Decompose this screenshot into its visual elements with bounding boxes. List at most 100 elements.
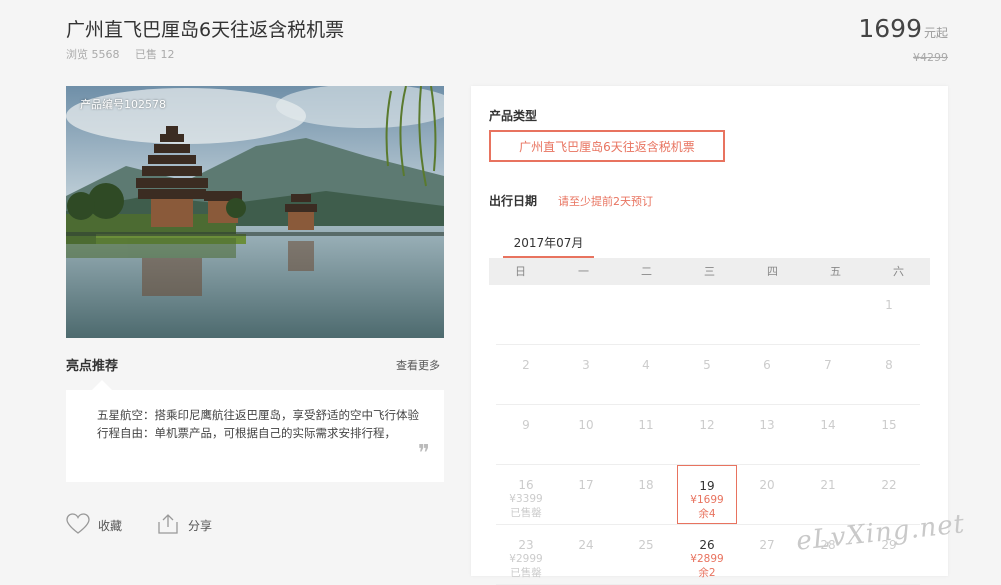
weekday-label: 一 xyxy=(578,265,589,278)
calendar-day: 17 xyxy=(556,465,616,524)
calendar-day: 2 xyxy=(496,345,556,404)
highlight-line: 五星航空：搭乘印尼鹰航往返巴厘岛，享受舒适的空中飞行体验 xyxy=(97,408,419,422)
day-number: 27 xyxy=(759,538,775,552)
day-number: 23 xyxy=(518,538,534,552)
product-stats: 浏览 5568 已售 12 xyxy=(66,46,187,62)
highlights-title: 亮点推荐 xyxy=(66,359,119,374)
calendar-week: 2 3 4 5 6 7 8 xyxy=(496,345,920,405)
day-number: 21 xyxy=(820,478,836,492)
day-stock: 余2 xyxy=(698,567,716,579)
calendar-day: 18 xyxy=(616,465,676,524)
day-number: 8 xyxy=(885,358,893,372)
day-number: 18 xyxy=(638,478,654,492)
calendar-day: 6 xyxy=(737,345,797,404)
day-number: 20 xyxy=(759,478,775,492)
view-count: 浏览 5568 xyxy=(66,48,120,61)
day-number: 25 xyxy=(638,538,654,552)
day-number: 9 xyxy=(522,418,530,432)
weekday-label: 二 xyxy=(641,265,652,278)
product-number: 产品编号102578 xyxy=(80,98,166,111)
day-number: 19 xyxy=(699,479,715,493)
day-number: 17 xyxy=(578,478,594,492)
day-number: 14 xyxy=(820,418,836,432)
calendar-day: 15 xyxy=(859,405,919,464)
day-stock: 已售罄 xyxy=(510,507,542,519)
share-icon xyxy=(156,513,180,538)
share-button[interactable]: 分享 xyxy=(156,513,212,538)
calendar-day: 1 xyxy=(859,285,919,344)
highlight-line: 行程自由：单机票产品，可根据自己的实际需求安排行程， xyxy=(97,426,396,440)
day-number: 13 xyxy=(759,418,775,432)
day-price: ¥2999 xyxy=(509,553,543,565)
booking-hint: 请至少提前2天预订 xyxy=(558,195,653,208)
calendar-day: 5 xyxy=(677,345,737,404)
day-price: ¥3399 xyxy=(509,493,543,505)
day-number: 26 xyxy=(699,538,715,552)
travel-date-label: 出行日期 xyxy=(489,194,538,208)
day-stock: 已售罄 xyxy=(510,567,542,579)
product-type-label: 产品类型 xyxy=(489,109,538,123)
calendar-day[interactable]: 26 ¥2899 余2 xyxy=(677,525,737,584)
calendar-day: 24 xyxy=(556,525,616,584)
calendar-day: 14 xyxy=(798,405,858,464)
day-price: ¥2899 xyxy=(690,553,724,565)
weekday-label: 日 xyxy=(515,265,526,278)
day-number: 3 xyxy=(582,358,590,372)
calendar-day: 8 xyxy=(859,345,919,404)
calendar-day: 9 xyxy=(496,405,556,464)
price-suffix: 元起 xyxy=(923,26,948,40)
calendar-day: 20 xyxy=(737,465,797,524)
favorite-button[interactable]: 收藏 xyxy=(66,513,122,538)
product-type-option[interactable]: 广州直飞巴厘岛6天往返含税机票 xyxy=(489,130,725,162)
calendar-day: 10 xyxy=(556,405,616,464)
highlights-text: 五星航空：搭乘印尼鹰航往返巴厘岛，享受舒适的空中飞行体验 行程自由：单机票产品，… xyxy=(97,406,419,442)
day-number: 7 xyxy=(824,358,832,372)
day-number: 15 xyxy=(881,418,897,432)
calendar-day: 21 xyxy=(798,465,858,524)
day-number: 22 xyxy=(881,478,897,492)
quote-icon: ❞ xyxy=(418,441,430,466)
weekday-label: 三 xyxy=(704,265,715,278)
highlights-pointer xyxy=(92,380,112,390)
day-number: 6 xyxy=(763,358,771,372)
calendar-day: 3 xyxy=(556,345,616,404)
share-label: 分享 xyxy=(188,519,213,533)
day-number: 4 xyxy=(642,358,650,372)
day-number: 1 xyxy=(885,298,893,312)
weekday-label: 六 xyxy=(893,265,904,278)
day-number: 2 xyxy=(522,358,530,372)
calendar-day: 12 xyxy=(677,405,737,464)
calendar-week: 9 10 11 12 13 14 15 xyxy=(496,405,920,465)
see-more-link[interactable]: 查看更多 xyxy=(396,357,440,373)
calendar-day: 7 xyxy=(798,345,858,404)
day-number: 16 xyxy=(518,478,534,492)
day-price: ¥1699 xyxy=(690,494,724,506)
original-price: ¥4299 xyxy=(913,51,948,64)
day-stock: 余4 xyxy=(698,508,716,520)
day-number: 11 xyxy=(638,418,654,432)
month-tab[interactable]: 2017年07月 xyxy=(503,234,594,258)
calendar-week: 16 ¥3399 已售罄 17 18 19 ¥1699 余4 20 21 22 xyxy=(496,465,920,525)
day-number: 24 xyxy=(578,538,594,552)
sold-count: 已售 12 xyxy=(135,48,175,61)
heart-icon xyxy=(66,513,90,538)
day-number: 10 xyxy=(578,418,594,432)
weekday-label: 四 xyxy=(767,265,778,278)
calendar-day: 4 xyxy=(616,345,676,404)
calendar-day: 25 xyxy=(616,525,676,584)
calendar-week: 1 xyxy=(496,285,920,345)
calendar-day: 16 ¥3399 已售罄 xyxy=(496,465,556,524)
product-photo xyxy=(66,86,444,338)
product-title: 广州直飞巴厘岛6天往返含税机票 xyxy=(66,19,345,41)
calendar-day: 23 ¥2999 已售罄 xyxy=(496,525,556,584)
weekday-header: 日 一 二 三 四 五 六 xyxy=(489,258,930,285)
price-value: 1699 xyxy=(858,14,922,43)
calendar-day[interactable]: 19 ¥1699 余4 xyxy=(677,465,737,524)
favorite-label: 收藏 xyxy=(98,519,123,533)
calendar-day: 13 xyxy=(737,405,797,464)
day-number: 12 xyxy=(699,418,715,432)
calendar-day: 27 xyxy=(737,525,797,584)
day-number: 5 xyxy=(703,358,711,372)
calendar-day: 11 xyxy=(616,405,676,464)
weekday-label: 五 xyxy=(830,265,841,278)
